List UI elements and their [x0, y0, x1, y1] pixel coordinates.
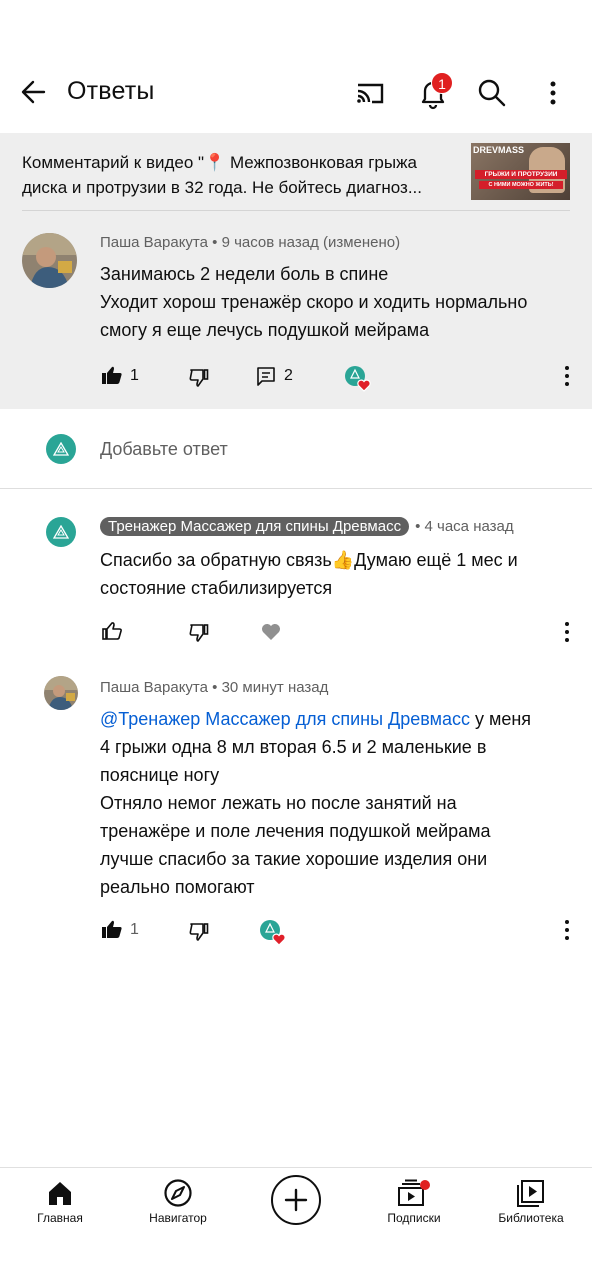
comment-line-rest: у меня [469, 709, 532, 729]
compass-icon [163, 1178, 193, 1208]
comment-line: тренажёре и поле лечения подушкой мейрам… [100, 821, 491, 841]
divider [22, 210, 570, 211]
thumbnail-caption: С НИМИ МОЖНО ЖИТЬ! [479, 181, 563, 189]
comment-text: Занимаюсь 2 недели боль в спине Уходит х… [100, 260, 527, 344]
reply-comment-icon[interactable] [257, 367, 275, 387]
comment-line: Отняло немог лежать но после занятий на [100, 793, 457, 813]
video-context-text[interactable]: Комментарий к видео "📍 Межпозвонковая гр… [22, 150, 462, 200]
comment-time: • 30 минут назад [212, 679, 329, 696]
comment-line: состояние стабилизируется [100, 578, 333, 598]
video-thumbnail[interactable]: DREVMASS ГРЫЖИ И ПРОТРУЗИИ С НИМИ МОЖНО … [471, 143, 570, 200]
notification-badge: 1 [431, 72, 453, 94]
comment-line: Занимаюсь 2 недели боль в спине [100, 264, 389, 284]
like-count: 1 [130, 921, 139, 938]
comment-line: пояснице ногу [100, 765, 220, 785]
channel-avatar[interactable] [46, 517, 76, 547]
search-icon[interactable] [475, 76, 509, 110]
comment-line: @Тренажер Массажер для спины Древмасс у … [100, 705, 531, 733]
nav-label: Подписки [387, 1211, 441, 1225]
comment-more-icon[interactable] [556, 365, 578, 387]
back-arrow-icon[interactable] [14, 76, 54, 108]
video-context-line: Комментарий к видео "📍 Межпозвонковая гр… [22, 153, 417, 172]
more-vert-icon[interactable] [540, 76, 566, 110]
like-count: 1 [130, 367, 139, 384]
home-icon [47, 1180, 73, 1206]
comment-line: 4 грыжи одна 8 мл вторая 6.5 и 2 маленьк… [100, 737, 487, 757]
comment-meta: Паша Варакута • 30 минут назад [100, 679, 328, 696]
cast-icon[interactable] [352, 76, 388, 110]
video-context-line: диска и протрузии в 32 года. Не бойтесь … [22, 178, 422, 197]
top-app-bar: Ответы [0, 60, 592, 124]
nav-label: Главная [37, 1211, 83, 1225]
comment-text: @Тренажер Массажер для спины Древмасс у … [100, 705, 531, 901]
comment-time: • 9 часов назад (изменено) [212, 234, 401, 251]
creator-heart-icon [259, 920, 287, 946]
page-title: Ответы [67, 77, 155, 105]
like-filled-icon[interactable] [102, 920, 122, 938]
add-reply-input[interactable]: Добавьте ответ [100, 439, 228, 460]
creator-author-chip[interactable]: Тренажер Массажер для спины Древмасс [100, 517, 410, 536]
comment-line: лучше спасибо за такие хорошие изделия о… [100, 849, 488, 869]
nav-library[interactable]: Библиотека [490, 1176, 572, 1230]
like-filled-icon[interactable] [102, 366, 122, 384]
dislike-icon[interactable] [189, 624, 209, 642]
divider [0, 488, 592, 489]
like-icon[interactable] [102, 622, 122, 640]
author-avatar[interactable] [44, 676, 78, 710]
nav-explore[interactable]: Навигатор [137, 1176, 219, 1230]
heart-icon[interactable] [261, 623, 281, 641]
dislike-icon[interactable] [189, 369, 209, 387]
comment-time: • 4 часа назад [415, 518, 514, 535]
subscriptions-icon [398, 1179, 432, 1207]
library-icon [517, 1179, 545, 1207]
comment-line: реально помогают [100, 877, 255, 897]
thumbnail-brand: DREVMASS [473, 145, 525, 155]
nav-subscriptions[interactable]: Подписки [374, 1176, 454, 1230]
thumbnail-caption: ГРЫЖИ И ПРОТРУЗИИ [475, 170, 567, 179]
reply-count: 2 [284, 367, 293, 384]
nav-label: Библиотека [498, 1211, 564, 1225]
nav-label: Навигатор [149, 1211, 207, 1225]
comment-meta: Паша Варакута • 9 часов назад (изменено) [100, 234, 400, 251]
mention-link[interactable]: @Тренажер Массажер для спины Древмасс [100, 709, 470, 729]
author-name[interactable]: Паша Варакута [100, 234, 208, 251]
creator-heart-icon [344, 366, 372, 392]
comment-meta: Тренажер Массажер для спины Древмасс • 4… [100, 517, 514, 536]
comment-text: Спасибо за обратную связь👍Думаю ещё 1 ме… [100, 546, 518, 602]
comment-line: Уходит хорош тренажёр скоро и ходить нор… [100, 292, 528, 312]
author-name[interactable]: Паша Варакута [100, 679, 208, 696]
create-button[interactable] [270, 1174, 322, 1226]
comment-line: Спасибо за обратную связь👍Думаю ещё 1 ме… [100, 550, 518, 570]
divider [0, 1167, 592, 1168]
comment-more-icon[interactable] [556, 919, 578, 941]
my-channel-avatar [46, 434, 76, 464]
comment-more-icon[interactable] [556, 621, 578, 643]
comment-line: смогу я еще лечусь подушкой мейрама [100, 320, 430, 340]
author-avatar[interactable] [22, 233, 77, 288]
nav-home[interactable]: Главная [20, 1176, 100, 1230]
dislike-icon[interactable] [189, 923, 209, 941]
